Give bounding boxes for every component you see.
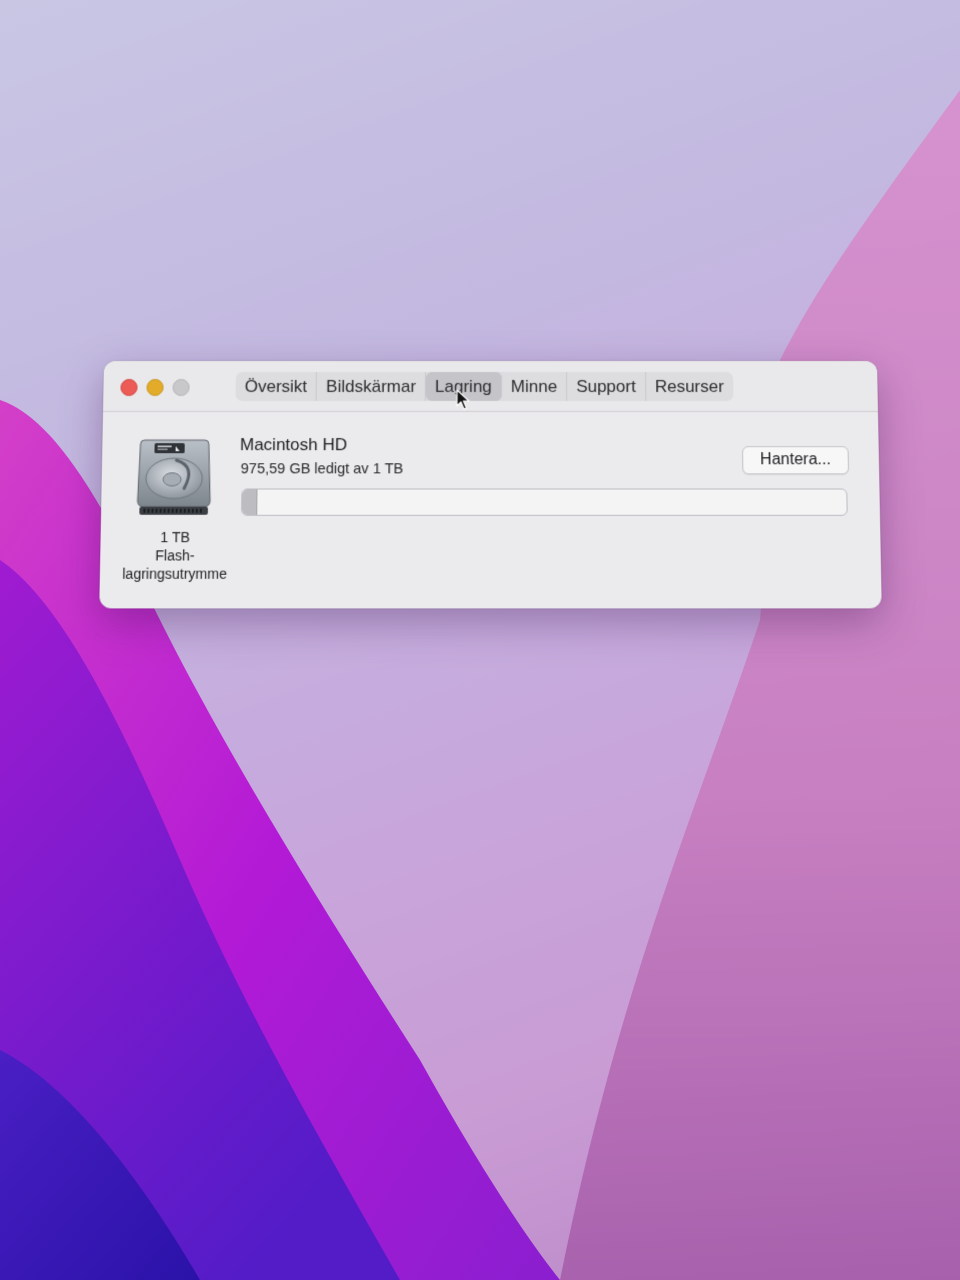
tab-resurser[interactable]: Resurser [646, 372, 733, 401]
tab-bildskarmar[interactable]: Bildskärmar [316, 371, 427, 401]
hard-drive-icon [135, 436, 213, 515]
close-window-button[interactable] [120, 378, 138, 396]
tab-minne[interactable]: Minne [501, 371, 568, 401]
about-this-mac-window: Översikt Bildskärmar Lagring Minne Suppo… [99, 361, 882, 609]
drive-type-line2: lagringsutrymme [122, 565, 228, 582]
tab-bar: Översikt Bildskärmar Lagring Minne Suppo… [235, 371, 734, 401]
window-titlebar: Översikt Bildskärmar Lagring Minne Suppo… [103, 361, 878, 413]
volume-free-space: 975,59 GB ledigt av 1 TB [240, 461, 404, 478]
storage-used-fill [242, 489, 258, 515]
minimize-window-button[interactable] [146, 378, 164, 396]
tab-oversikt[interactable]: Översikt [235, 371, 318, 401]
tab-support[interactable]: Support [567, 371, 646, 401]
manage-button[interactable]: Hantera... [742, 446, 850, 475]
volume-name: Macintosh HD [239, 435, 348, 455]
drive-type-line1: Flash- [155, 547, 195, 564]
drive-capacity: 1 TB [160, 528, 191, 546]
zoom-window-button [172, 378, 190, 396]
mouse-pointer-icon [456, 389, 470, 411]
storage-usage-bar [241, 488, 848, 516]
storage-pane: 1 TB Flash- lagringsutrymme Macintosh HD… [99, 412, 882, 608]
desktop: Översikt Bildskärmar Lagring Minne Suppo… [0, 0, 960, 1280]
wallpaper [0, 90, 960, 1280]
drive-caption: 1 TB Flash- lagringsutrymme [110, 528, 240, 583]
